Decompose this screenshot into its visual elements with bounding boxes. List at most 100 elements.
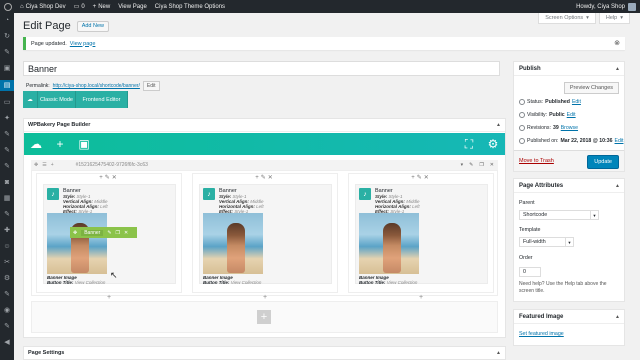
frontend-editor-button[interactable]: Frontend Editor — [76, 91, 128, 108]
clone-element-icon[interactable]: ❐ — [116, 230, 120, 236]
pages-icon[interactable]: ▤ — [0, 80, 14, 91]
banner-element[interactable]: ♪ Banner Style: Style-1 Vertical Align: … — [199, 184, 332, 285]
dashboard-icon[interactable]: ◔ — [3, 16, 12, 25]
browse-revisions-link[interactable]: Browse — [561, 125, 578, 131]
new-content-menu[interactable]: + New — [89, 0, 115, 13]
template-select[interactable]: Full-width ▼ — [519, 237, 574, 247]
template-value: Full-width — [523, 239, 546, 245]
view-page-link[interactable]: View Page — [114, 0, 151, 13]
dismiss-icon[interactable]: ⊗ — [614, 39, 620, 47]
users-icon[interactable]: ☺ — [3, 242, 12, 251]
featured-image-header: Featured Image ▲ — [514, 310, 624, 324]
collapse-arrow-icon[interactable]: ▲ — [615, 314, 620, 320]
publish-header: Publish ▲ — [514, 62, 624, 76]
settings-gear-icon[interactable]: ⚙ — [481, 137, 505, 152]
featured-image-title: Featured Image — [519, 313, 564, 320]
page-attributes-header: Page Attributes ▲ — [514, 179, 624, 193]
published-label: Published on: — [527, 138, 559, 144]
move-to-trash-link[interactable]: Move to Trash — [519, 158, 554, 164]
set-featured-image-link[interactable]: Set featured image — [519, 331, 564, 337]
column-controls[interactable]: +✎✕ — [37, 174, 181, 183]
faq-icon[interactable]: ✎ — [3, 162, 12, 171]
templates-icon[interactable]: ▣ — [72, 137, 96, 151]
account-menu[interactable]: Howdy, Ciya Shop — [576, 2, 640, 11]
move-row-icon[interactable]: ✥ — [34, 162, 38, 168]
classic-mode-button[interactable]: Classic Mode — [38, 91, 76, 108]
wpbakery-menu-icon[interactable]: ✎ — [3, 290, 12, 299]
woocommerce-icon[interactable]: ◙ — [3, 178, 12, 187]
add-row-area: + — [31, 301, 498, 333]
appearance-icon[interactable]: ✎ — [3, 210, 12, 219]
tools-icon[interactable]: ✂ — [3, 258, 12, 267]
column-controls[interactable]: +✎✕ — [349, 174, 493, 183]
revisions-value: 39 — [552, 125, 559, 131]
theme-options-label: Ciya Shop Theme Options — [154, 3, 226, 10]
delete-element-icon[interactable]: ✕ — [124, 230, 128, 236]
page-settings-title: Page Settings — [28, 350, 65, 356]
page-settings-box[interactable]: Page Settings ▲ — [23, 346, 506, 360]
element-footer: Banner Image Button Title: View Collecti… — [203, 275, 261, 285]
collapse-menu-icon[interactable]: ◀ — [3, 338, 12, 347]
view-page-notice-link[interactable]: View page — [70, 41, 96, 47]
permalink-url[interactable]: http://ciya-shop.local/shortcode/banner/ — [53, 83, 140, 89]
row-layout-icon[interactable]: ☰ — [42, 162, 46, 168]
edit-row-icon[interactable]: ✎ — [469, 162, 473, 168]
theme-options-link[interactable]: Ciya Shop Theme Options — [151, 0, 229, 13]
help-button[interactable]: Help ▾ — [598, 13, 630, 24]
status-edit-link[interactable]: Edit — [572, 99, 581, 105]
add-element-button[interactable]: + — [37, 294, 181, 301]
team-icon[interactable]: ✎ — [3, 146, 12, 155]
update-button[interactable]: Update — [587, 155, 619, 169]
collapse-arrow-icon[interactable]: ▲ — [615, 66, 620, 72]
add-element-icon[interactable]: + — [48, 137, 72, 151]
post-title-input[interactable]: Banner — [23, 61, 500, 76]
preview-changes-button[interactable]: Preview Changes — [563, 82, 619, 94]
order-input[interactable]: 0 — [519, 267, 541, 277]
toggle-row-icon[interactable]: ▾ — [461, 162, 464, 168]
posts-icon[interactable]: ✎ — [3, 48, 12, 57]
products-icon[interactable]: ▦ — [3, 194, 12, 203]
comments-icon[interactable]: ▭ — [3, 98, 12, 107]
comments-menu[interactable]: ▭ 0 — [70, 0, 89, 13]
edit-element-icon[interactable]: ✎ — [107, 230, 111, 236]
plugins-icon[interactable]: ✚ — [3, 226, 12, 235]
page-title: Edit Page Add New — [23, 20, 110, 32]
help-label: Help — [605, 15, 618, 21]
updates-icon[interactable]: ↻ — [3, 32, 12, 41]
fullscreen-icon[interactable]: ⛶ — [457, 137, 481, 152]
seo-icon[interactable]: ◉ — [3, 306, 12, 315]
comment-icon: ▭ — [73, 4, 80, 10]
collapse-arrow-icon[interactable]: ▲ — [496, 122, 501, 128]
collapse-arrow-icon[interactable]: ▲ — [496, 350, 501, 356]
banner-element[interactable]: ♪ Banner Style: Style-1 Vertical Align: … — [355, 184, 488, 285]
prop-key: Button Title: — [359, 280, 386, 285]
element-props: Style: Style-1 Vertical Align: Middle Ho… — [219, 194, 264, 214]
wordpress-logo-menu[interactable] — [0, 0, 16, 13]
collapse-arrow-icon[interactable]: ▲ — [615, 183, 620, 189]
permalink-edit-button[interactable]: Edit — [142, 81, 160, 91]
screen-options-button[interactable]: Screen Options ▾ — [538, 13, 596, 24]
delete-row-icon[interactable]: ✕ — [490, 162, 494, 168]
site-name-menu[interactable]: ⌂ Ciya Shop Dev — [16, 0, 70, 13]
wpbakery-cloud-icon[interactable]: ☁ — [24, 137, 48, 151]
order-label: Order — [519, 255, 533, 261]
add-column-icon[interactable]: + — [51, 162, 54, 168]
add-element-button[interactable]: + — [193, 294, 337, 301]
published-edit-link[interactable]: Edit — [615, 138, 624, 144]
add-row-button[interactable]: + — [257, 310, 271, 324]
visibility-edit-link[interactable]: Edit — [567, 112, 576, 118]
move-element-icon[interactable]: ✥ — [73, 230, 77, 236]
clone-row-icon[interactable]: ❐ — [479, 162, 483, 168]
column-controls[interactable]: +✎✕ — [193, 174, 337, 183]
testimonials-icon[interactable]: ✎ — [3, 130, 12, 139]
media-icon[interactable]: ▣ — [3, 64, 12, 73]
add-new-button[interactable]: Add New — [76, 20, 110, 32]
prop-val: Left — [100, 204, 108, 209]
add-element-button[interactable]: + — [349, 294, 493, 301]
portfolio-icon[interactable]: ✦ — [3, 114, 12, 123]
parent-select[interactable]: Shortcode ▼ — [519, 210, 599, 220]
settings-icon[interactable]: ⚙ — [3, 274, 12, 283]
theme-icon[interactable]: ✎ — [3, 322, 12, 331]
banner-image-thumb — [203, 213, 263, 274]
status-value: Published — [545, 99, 570, 105]
